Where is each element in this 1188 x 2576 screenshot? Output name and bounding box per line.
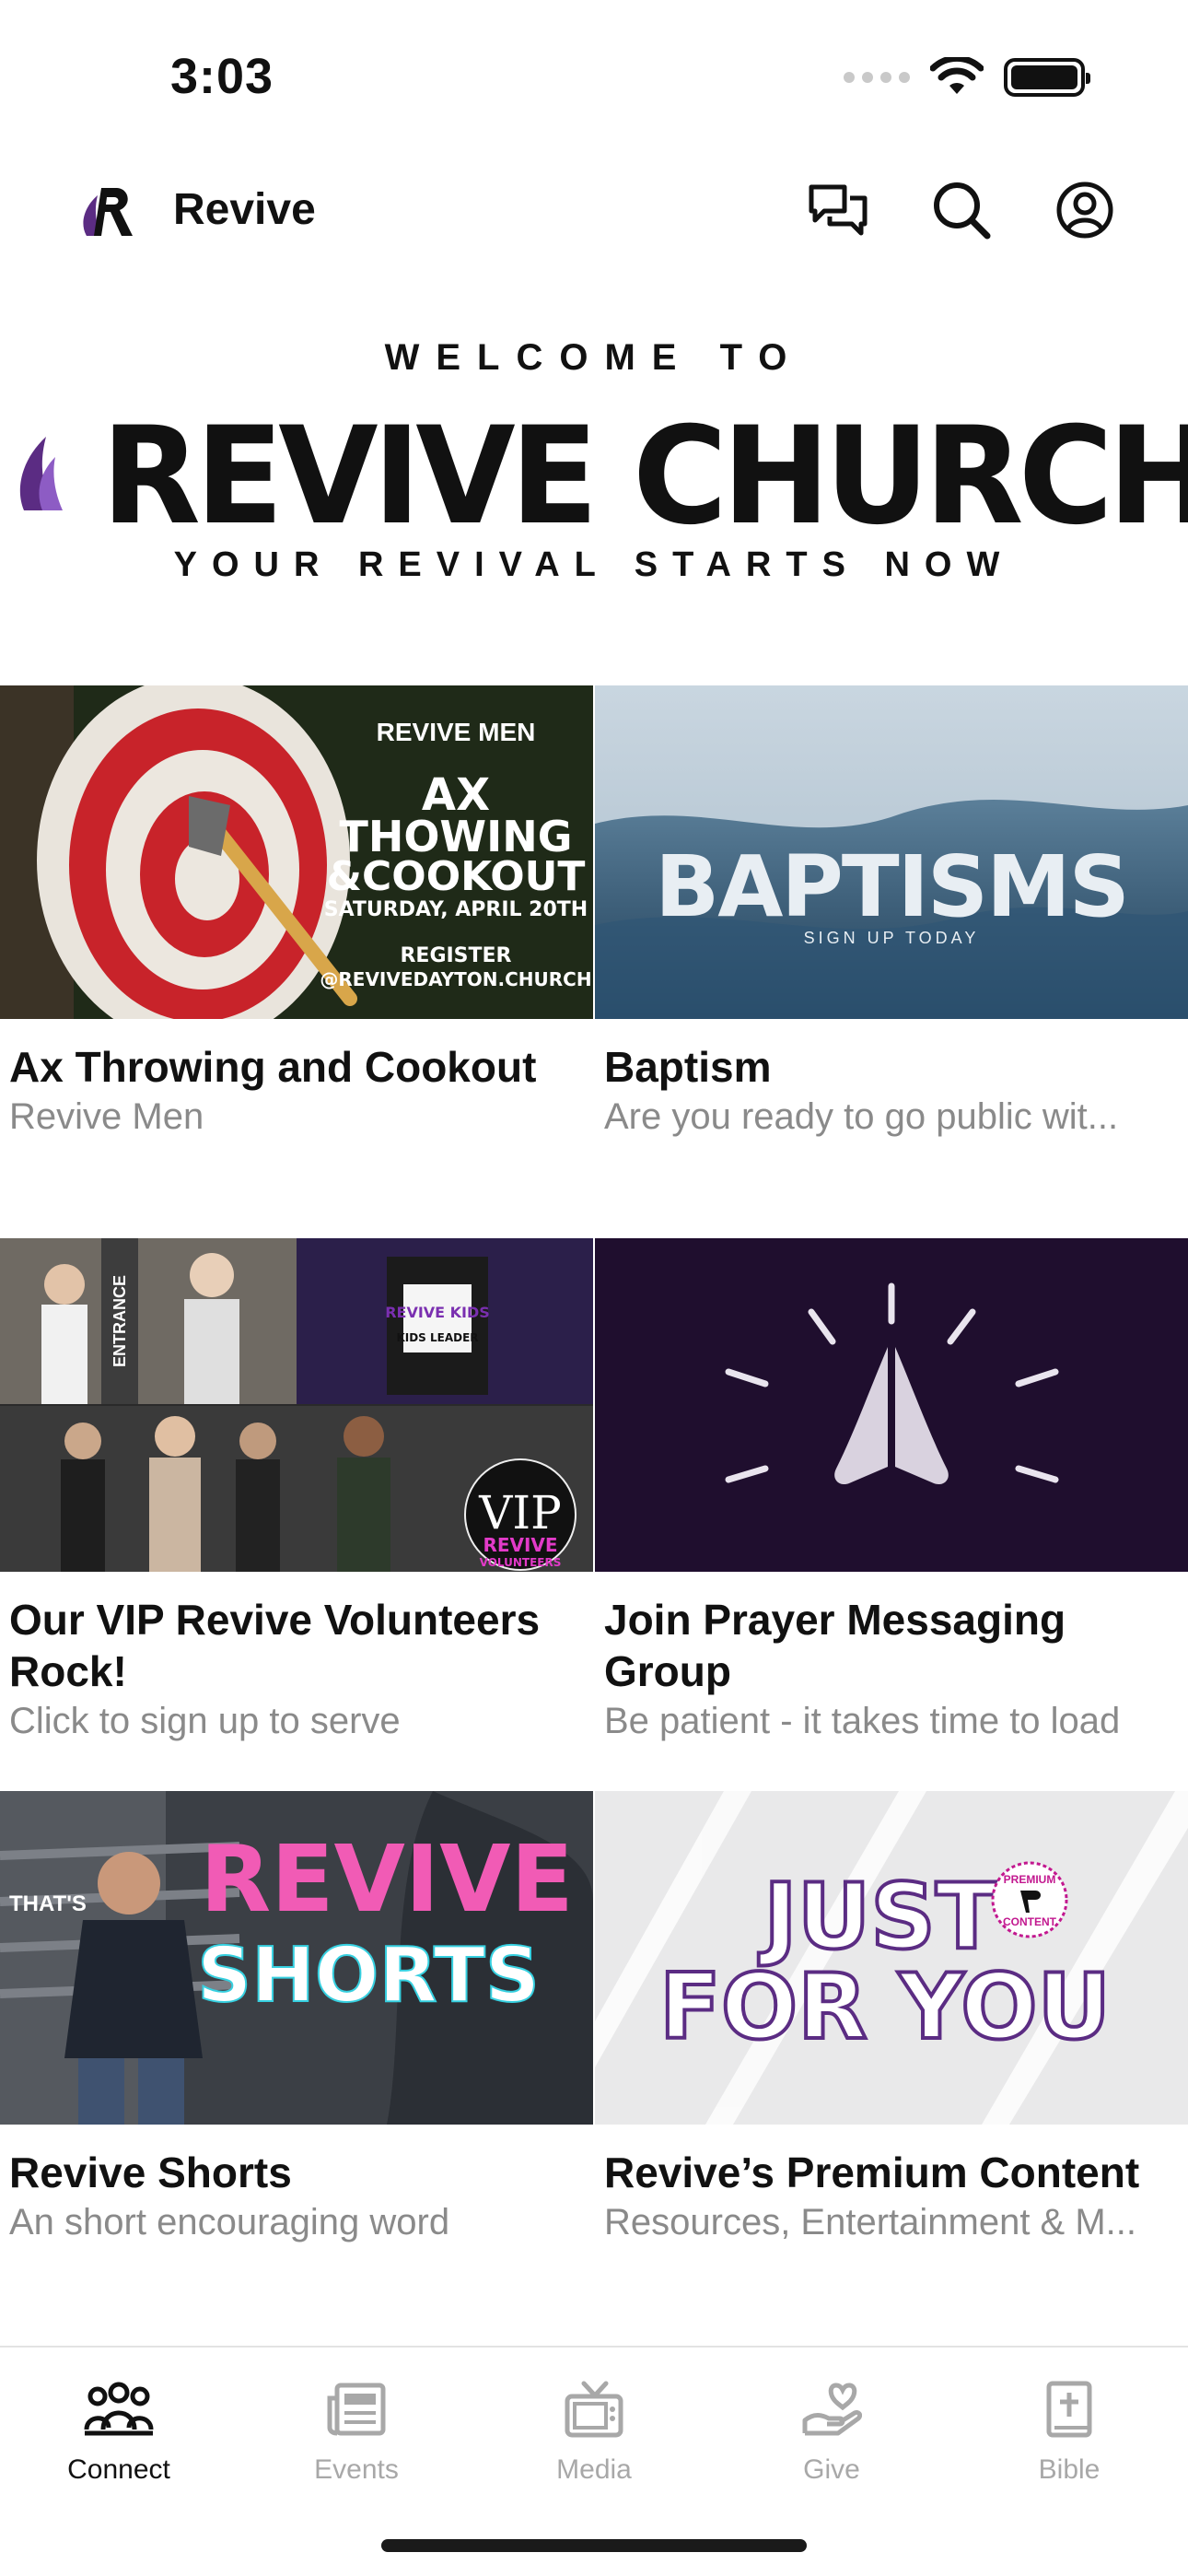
church-wordmark: REVIVE CHURCH bbox=[0, 398, 1188, 555]
card-ax-throwing[interactable]: REVIVE MEN AX THOWING &COOKOUT SATURDAY,… bbox=[0, 685, 593, 1238]
welcome-text: WELCOME TO bbox=[384, 337, 804, 378]
search-icon bbox=[934, 182, 991, 240]
app-header: Revive bbox=[0, 157, 1188, 263]
card-title: Baptism bbox=[604, 1043, 772, 1091]
svg-text:REVIVE KIDS: REVIVE KIDS bbox=[385, 1304, 490, 1321]
svg-text:THAT'S: THAT'S bbox=[9, 1891, 87, 1916]
revive-logo-icon bbox=[83, 188, 133, 236]
church-name: REVIVE CHURCH bbox=[101, 398, 1188, 555]
tab-label: Events bbox=[314, 2454, 399, 2485]
svg-text:KIDS LEADER: KIDS LEADER bbox=[396, 1331, 478, 1344]
card-subtitle: Are you ready to go public wit... bbox=[604, 1096, 1119, 1137]
card-title: Revive’s Premium Content bbox=[604, 2149, 1140, 2196]
card-image: THAT'S REVIVE SHORTS bbox=[0, 1791, 593, 2125]
search-button[interactable] bbox=[930, 179, 993, 241]
card-image: JUST FOR YOU PREMIUM CONTENT bbox=[595, 1791, 1188, 2125]
bible-icon bbox=[950, 2373, 1188, 2447]
status-indicators bbox=[844, 57, 1090, 98]
card-subtitle: Resources, Entertainment & M... bbox=[604, 2202, 1137, 2242]
svg-text:SHORTS: SHORTS bbox=[197, 1932, 540, 2020]
card-image bbox=[595, 1238, 1188, 1572]
baptism-image-title: BAPTISMS bbox=[655, 837, 1128, 936]
premium-content-image: JUST FOR YOU PREMIUM CONTENT bbox=[595, 1791, 1188, 2125]
tab-label: Bible bbox=[1038, 2454, 1101, 2485]
hand-heart-icon bbox=[713, 2373, 950, 2447]
tab-label: Connect bbox=[67, 2454, 170, 2485]
svg-text:REVIVE: REVIVE bbox=[483, 1534, 557, 1556]
wifi-icon bbox=[930, 57, 984, 94]
header-actions bbox=[807, 179, 1116, 241]
premium-image-title: JUST bbox=[758, 1865, 997, 1970]
profile-icon bbox=[1056, 181, 1113, 239]
shorts-image-title: REVIVE bbox=[200, 1825, 574, 1933]
card-subtitle: An short encouraging word bbox=[9, 2202, 450, 2242]
card-title: Ax Throwing and Cookout bbox=[9, 1043, 537, 1091]
tab-give[interactable]: Give bbox=[713, 2373, 950, 2486]
card-image: BAPTISMS SIGN UP TODAY bbox=[595, 685, 1188, 1019]
vip-image-text: VIP bbox=[478, 1486, 562, 1540]
status-time: 3:03 bbox=[170, 49, 274, 104]
profile-button[interactable] bbox=[1054, 179, 1116, 241]
card-image: REVIVE MEN AX THOWING &COOKOUT SATURDAY,… bbox=[0, 685, 593, 1019]
svg-text:SATURDAY, APRIL 20TH: SATURDAY, APRIL 20TH bbox=[324, 898, 588, 921]
newspaper-icon bbox=[238, 2373, 475, 2447]
baptism-image: BAPTISMS SIGN UP TODAY bbox=[595, 685, 1188, 1019]
card-title: Our VIP Revive Volunteers Rock! bbox=[9, 1596, 541, 1695]
svg-text:@REVIVEDAYTON.CHURCH: @REVIVEDAYTON.CHURCH bbox=[320, 968, 591, 990]
tab-bible[interactable]: Bible bbox=[950, 2373, 1188, 2486]
svg-text:SIGN UP TODAY: SIGN UP TODAY bbox=[804, 929, 980, 947]
tab-label: Media bbox=[556, 2454, 632, 2485]
battery-icon bbox=[1004, 58, 1090, 97]
svg-text:PREMIUM: PREMIUM bbox=[1004, 1873, 1056, 1886]
card-subtitle: Click to sign up to serve bbox=[9, 1701, 401, 1741]
svg-text:ENTRANCE: ENTRANCE bbox=[111, 1275, 129, 1367]
card-title: Revive Shorts bbox=[9, 2149, 292, 2196]
card-baptism[interactable]: BAPTISMS SIGN UP TODAY Baptism Are you r… bbox=[595, 685, 1188, 1238]
card-revive-shorts[interactable]: THAT'S REVIVE SHORTS Revive Shorts An sh… bbox=[0, 1791, 593, 2344]
tab-events[interactable]: Events bbox=[238, 2373, 475, 2486]
tv-icon bbox=[475, 2373, 713, 2447]
welcome-banner: WELCOME TO REVIVE CHURCH YOUR REVIVAL ST… bbox=[0, 304, 1188, 608]
card-prayer-group[interactable]: Join Prayer Messaging Group Be patient -… bbox=[595, 1238, 1188, 1791]
status-bar: 3:03 bbox=[0, 0, 1188, 157]
svg-text:&COOKOUT: &COOKOUT bbox=[327, 853, 586, 900]
app-title: Revive bbox=[173, 185, 316, 234]
chat-icon bbox=[809, 184, 868, 236]
card-vip-volunteers[interactable]: ENTRANCE REVIVE KIDS KIDS LEADER VIP REV… bbox=[0, 1238, 593, 1791]
praying-hands-image bbox=[595, 1238, 1188, 1572]
cellular-signal-icon bbox=[844, 72, 910, 83]
messages-button[interactable] bbox=[807, 179, 869, 241]
svg-text:FOR YOU: FOR YOU bbox=[659, 1955, 1111, 2060]
tab-label: Give bbox=[803, 2454, 860, 2485]
ax-image-caption: REVIVE MEN bbox=[377, 718, 536, 746]
svg-text:VOLUNTEERS: VOLUNTEERS bbox=[480, 1556, 562, 1569]
ax-throwing-image: REVIVE MEN AX THOWING &COOKOUT SATURDAY,… bbox=[0, 685, 593, 1019]
vip-volunteers-image: ENTRANCE REVIVE KIDS KIDS LEADER VIP REV… bbox=[0, 1238, 593, 1572]
people-icon bbox=[0, 2373, 238, 2447]
tab-connect[interactable]: Connect bbox=[0, 2373, 238, 2486]
tagline: YOUR REVIVAL STARTS NOW bbox=[173, 545, 1015, 584]
card-title: Join Prayer Messaging Group bbox=[604, 1596, 1066, 1695]
revive-shorts-image: THAT'S REVIVE SHORTS bbox=[0, 1791, 593, 2125]
svg-text:REGISTER: REGISTER bbox=[400, 944, 511, 967]
card-subtitle: Be patient - it takes time to load bbox=[604, 1701, 1121, 1741]
home-indicator[interactable] bbox=[381, 2539, 807, 2552]
svg-text:CONTENT: CONTENT bbox=[1003, 1915, 1057, 1928]
card-premium-content[interactable]: JUST FOR YOU PREMIUM CONTENT Revive’s Pr… bbox=[595, 1791, 1188, 2344]
card-image: ENTRANCE REVIVE KIDS KIDS LEADER VIP REV… bbox=[0, 1238, 593, 1572]
tab-media[interactable]: Media bbox=[475, 2373, 713, 2486]
card-subtitle: Revive Men bbox=[9, 1096, 204, 1137]
